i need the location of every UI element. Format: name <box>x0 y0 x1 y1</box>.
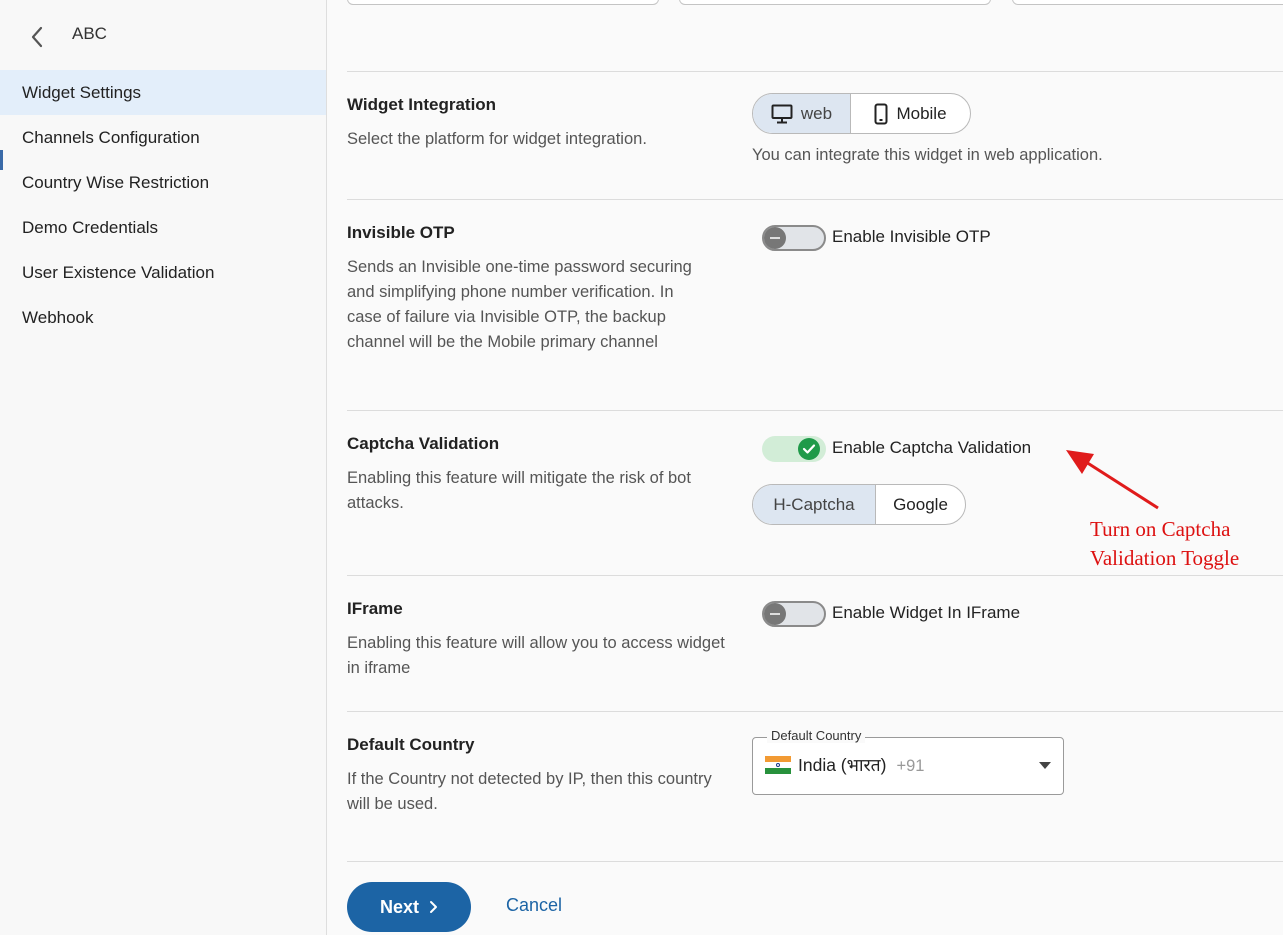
default-country-title: Default Country <box>347 735 475 754</box>
widget-integration-title: Widget Integration <box>347 95 497 114</box>
section-divider <box>347 711 1283 712</box>
cancel-button[interactable]: Cancel <box>506 895 562 916</box>
iframe-title: IFrame <box>347 599 403 618</box>
invisible-otp-title: Invisible OTP <box>347 223 455 242</box>
invisible-otp-toggle-label: Enable Invisible OTP <box>832 227 991 246</box>
platform-option-mobile-label: Mobile <box>896 103 947 123</box>
country-name: India (भारत) <box>798 755 887 775</box>
chevron-right-icon <box>430 901 437 913</box>
sidebar: ABC Widget Settings Channels Configurati… <box>0 0 327 935</box>
section-divider <box>347 410 1283 411</box>
captcha-validation-toggle[interactable] <box>762 434 826 462</box>
section-divider <box>347 861 1283 862</box>
dropdown-arrow-icon <box>1039 762 1051 769</box>
iframe-toggle-row: Enable Widget In IFrame <box>762 598 1020 628</box>
captcha-validation-title: Captcha Validation <box>347 434 500 453</box>
country-dial-code: +91 <box>896 757 925 775</box>
invisible-otp-toggle-row: Enable Invisible OTP <box>762 222 991 252</box>
iframe-toggle[interactable] <box>762 599 826 627</box>
platform-option-web[interactable]: web <box>753 94 850 133</box>
platform-segmented-control: web Mobile <box>752 93 971 134</box>
sidebar-nav: Widget Settings Channels Configuration C… <box>0 70 326 340</box>
check-icon <box>802 444 816 454</box>
captcha-option-google[interactable]: Google <box>875 485 965 524</box>
invisible-otp-description: Sends an Invisible one-time password sec… <box>347 258 692 351</box>
default-country-value: India (भारत) +91 <box>798 753 924 777</box>
toggle-knob <box>764 603 786 625</box>
monitor-icon <box>771 104 793 123</box>
captcha-option-h-captcha[interactable]: H-Captcha <box>753 485 875 524</box>
section-divider <box>347 575 1283 576</box>
annotation-text: Turn on Captcha Validation Toggle <box>1090 517 1240 570</box>
iframe-toggle-label: Enable Widget In IFrame <box>832 603 1021 622</box>
platform-option-mobile[interactable]: Mobile <box>850 94 970 133</box>
toggle-knob <box>764 227 786 249</box>
india-flag-icon <box>765 756 791 774</box>
platform-option-web-label: web <box>800 103 833 123</box>
sidebar-item-webhook[interactable]: Webhook <box>0 295 326 340</box>
section-divider <box>347 71 1283 72</box>
section-divider <box>347 199 1283 200</box>
sidebar-header: ABC <box>0 0 326 70</box>
captcha-validation-toggle-label: Enable Captcha Validation <box>832 438 1032 457</box>
next-button[interactable]: Next <box>347 882 471 932</box>
default-country-description: If the Country not detected by IP, then … <box>347 770 712 813</box>
mobile-phone-icon <box>874 103 888 124</box>
top-field-3[interactable] <box>1012 0 1283 5</box>
default-country-field-label: Default Country <box>767 728 866 743</box>
widget-integration-description: Select the platform for widget integrati… <box>347 130 647 148</box>
top-field-1[interactable] <box>347 0 659 5</box>
captcha-validation-description: Enabling this feature will mitigate the … <box>347 469 691 512</box>
next-button-label: Next <box>379 896 419 917</box>
chevron-left-icon <box>31 26 43 48</box>
sidebar-item-country-wise-restriction[interactable]: Country Wise Restriction <box>0 160 326 205</box>
captcha-toggle-row: Enable Captcha Validation <box>762 433 1031 463</box>
default-country-select[interactable]: Default Country India (भारत) +91 <box>752 728 1064 795</box>
sidebar-item-demo-credentials[interactable]: Demo Credentials <box>0 205 326 250</box>
top-field-2[interactable] <box>679 0 991 5</box>
sidebar-item-channels-configuration[interactable]: Channels Configuration <box>0 115 326 160</box>
captcha-provider-segmented-control: H-Captcha Google <box>752 484 966 525</box>
iframe-description: Enabling this feature will allow you to … <box>347 634 725 677</box>
invisible-otp-toggle[interactable] <box>762 223 826 251</box>
top-fields-row <box>327 0 1283 5</box>
sidebar-item-user-existence-validation[interactable]: User Existence Validation <box>0 250 326 295</box>
back-button[interactable] <box>24 24 50 50</box>
app-window: ABC Widget Settings Channels Configurati… <box>0 0 1283 935</box>
toggle-knob <box>798 438 820 460</box>
annotation-arrow-icon <box>1066 450 1159 510</box>
widget-integration-hint: You can integrate this widget in web app… <box>752 146 1103 164</box>
sidebar-item-widget-settings[interactable]: Widget Settings <box>0 70 326 115</box>
sidebar-title: ABC <box>72 24 107 43</box>
